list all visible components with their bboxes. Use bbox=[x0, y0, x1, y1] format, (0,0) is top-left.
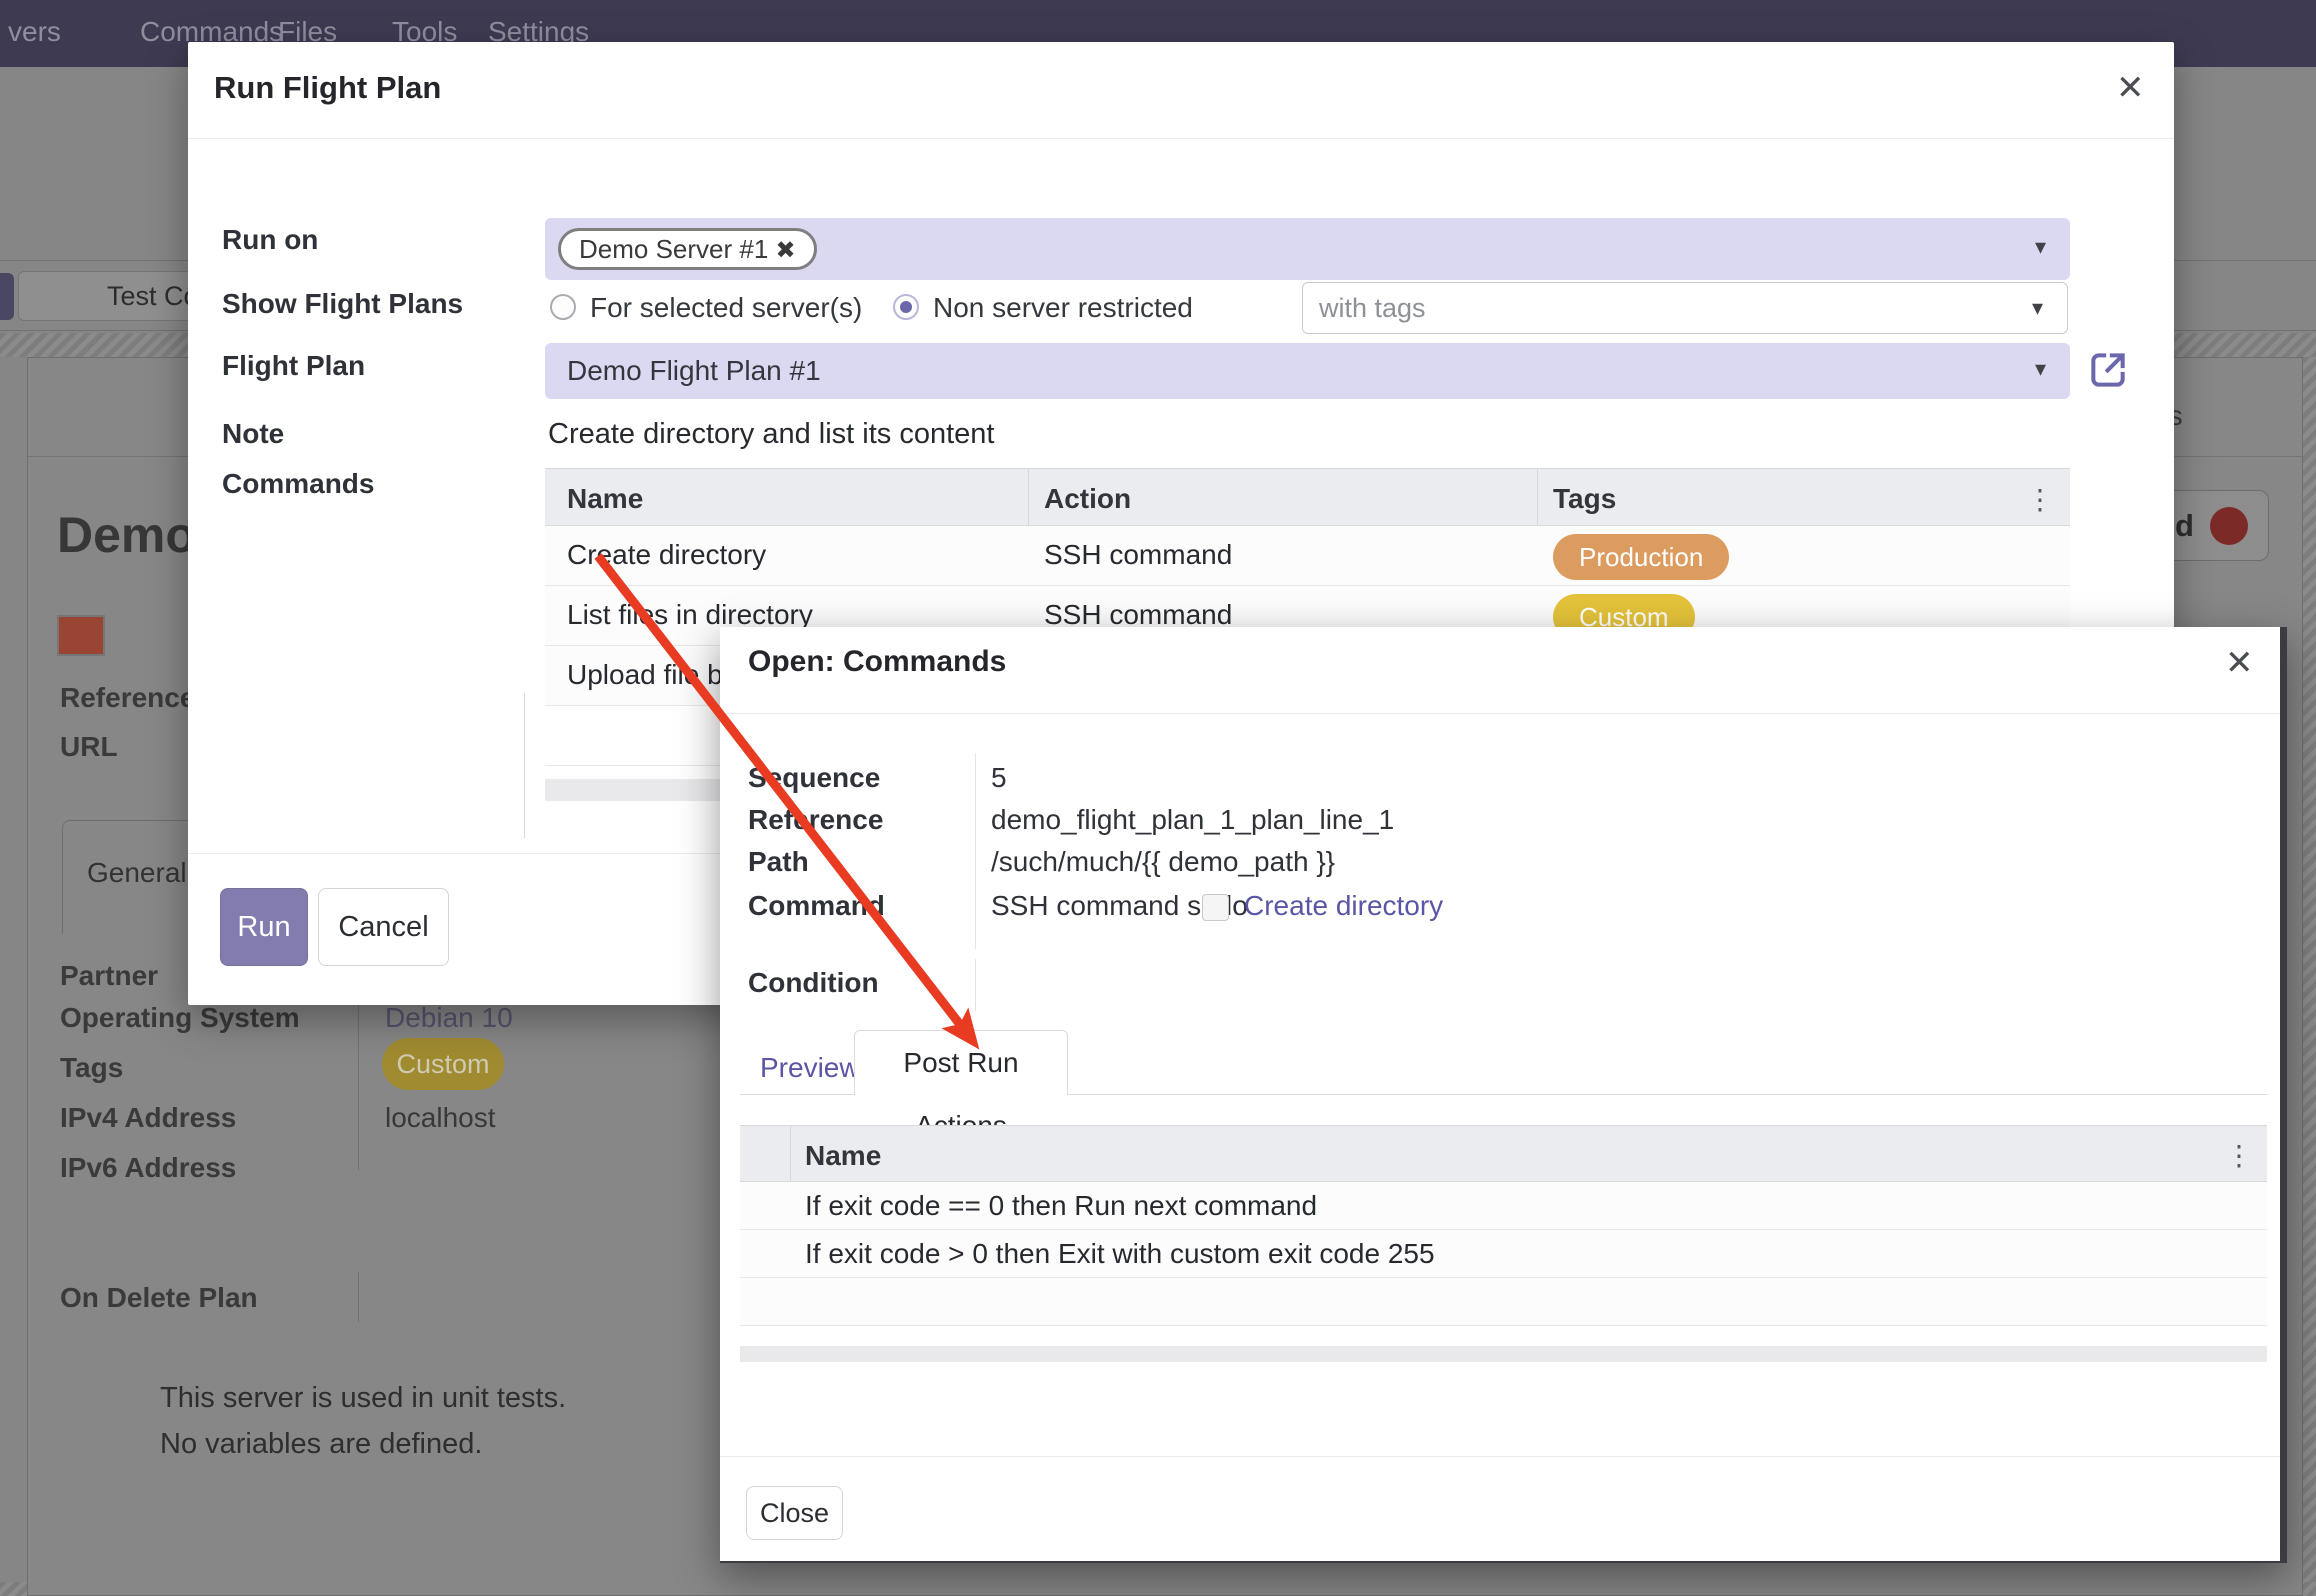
cell-name: Upload file by bbox=[567, 659, 737, 691]
actions-table-header: Name ⋮ bbox=[740, 1125, 2267, 1182]
screen: vers Commands Files Tools Settings Test … bbox=[0, 0, 2316, 1596]
tab-strip-border bbox=[740, 1094, 854, 1095]
run-on-chip[interactable]: Demo Server #1 ✖ bbox=[558, 228, 817, 270]
page-hatch-right bbox=[2303, 357, 2316, 1596]
open-commands-modal: Open: Commands ✕ Sequence 5 Reference de… bbox=[720, 627, 2287, 1563]
col-name[interactable]: Name bbox=[805, 1140, 881, 1172]
server-title: Demo bbox=[57, 506, 196, 564]
action-row[interactable]: If exit code == 0 then Run next command bbox=[740, 1182, 2267, 1230]
run-on-select[interactable]: Demo Server #1 ✖ ▾ bbox=[545, 218, 2070, 280]
value-sequence: 5 bbox=[991, 762, 1007, 794]
commands-modal-title: Open: Commands bbox=[748, 645, 1006, 679]
cell-name: Create directory bbox=[567, 539, 766, 571]
action-row-empty bbox=[740, 1278, 2267, 1326]
commands-table-header: Name Action Tags ⋮ bbox=[545, 468, 2070, 526]
menu-servers[interactable]: vers bbox=[8, 16, 61, 48]
chevron-down-icon: ▾ bbox=[2035, 356, 2046, 382]
external-link-icon[interactable] bbox=[2086, 348, 2130, 392]
tag-production: Production bbox=[1553, 534, 1729, 580]
cell-action: SSH command bbox=[1044, 539, 1232, 571]
value-reference: demo_flight_plan_1_plan_line_1 bbox=[991, 804, 1394, 836]
value-operating-system[interactable]: Debian 10 bbox=[385, 1002, 513, 1034]
label-flight-plan: Flight Plan bbox=[222, 350, 365, 382]
notebook-border bbox=[524, 693, 525, 838]
label-commands: Commands bbox=[222, 468, 374, 500]
cancel-button[interactable]: Cancel bbox=[318, 888, 449, 966]
radio-non-server-restricted[interactable] bbox=[893, 294, 919, 320]
tab-general-label: General bbox=[87, 857, 187, 889]
status-stopped-dot-icon bbox=[2210, 507, 2248, 545]
field-separator bbox=[975, 753, 976, 949]
run-modal-title: Run Flight Plan bbox=[214, 70, 441, 106]
col-action[interactable]: Action bbox=[1044, 483, 1131, 515]
horizontal-scrollbar[interactable] bbox=[740, 1346, 2267, 1362]
column-divider bbox=[1028, 469, 1029, 525]
server-color-swatch[interactable] bbox=[57, 615, 105, 656]
field-separator-condition bbox=[975, 959, 976, 1011]
chevron-down-icon: ▾ bbox=[2035, 234, 2046, 260]
run-button[interactable]: Run bbox=[220, 888, 308, 966]
run-modal-close-icon[interactable]: ✕ bbox=[2116, 68, 2145, 108]
radio-for-selected-servers[interactable] bbox=[550, 294, 576, 320]
label-url: URL bbox=[60, 731, 118, 763]
label-operating-system: Operating System bbox=[60, 1002, 300, 1034]
commands-modal-footer-divider bbox=[720, 1456, 2280, 1457]
label-condition: Condition bbox=[748, 967, 879, 999]
table-options-kebab-icon[interactable]: ⋮ bbox=[2225, 1139, 2253, 1172]
cell-action-name: If exit code > 0 then Exit with custom e… bbox=[805, 1238, 1435, 1270]
commands-modal-close-icon[interactable]: ✕ bbox=[2225, 643, 2254, 683]
flight-plan-select[interactable]: Demo Flight Plan #1 ▾ bbox=[545, 343, 2070, 399]
offscreen-primary-button-fragment[interactable] bbox=[0, 273, 14, 320]
value-path: /such/much/{{ demo_path }} bbox=[991, 846, 1335, 878]
label-command: Command bbox=[748, 890, 885, 922]
chip-label: Demo Server #1 bbox=[579, 234, 768, 264]
cell-action-name: If exit code == 0 then Run next command bbox=[805, 1190, 1317, 1222]
action-row[interactable]: If exit code > 0 then Exit with custom e… bbox=[740, 1230, 2267, 1278]
field-separator-2 bbox=[358, 1272, 359, 1322]
label-on-delete-plan: On Delete Plan bbox=[60, 1282, 258, 1314]
radio-non-server-restricted-label[interactable]: Non server restricted bbox=[933, 292, 1193, 324]
label-path: Path bbox=[748, 846, 809, 878]
chip-remove-icon[interactable]: ✖ bbox=[776, 237, 796, 264]
label-partner: Partner bbox=[60, 960, 158, 992]
label-run-on: Run on bbox=[222, 224, 318, 256]
tag-custom-dimmed: Custom bbox=[382, 1038, 504, 1090]
column-divider bbox=[1537, 469, 1538, 525]
with-tags-placeholder: with tags bbox=[1319, 293, 1426, 323]
with-tags-select[interactable]: with tags ▾ bbox=[1302, 282, 2068, 334]
label-ipv6: IPv6 Address bbox=[60, 1152, 236, 1184]
close-button[interactable]: Close bbox=[746, 1486, 843, 1540]
col-name[interactable]: Name bbox=[567, 483, 643, 515]
label-ipv4: IPv4 Address bbox=[60, 1102, 236, 1134]
flight-plan-value: Demo Flight Plan #1 bbox=[567, 355, 821, 387]
table-row[interactable]: Create directory SSH command Production bbox=[545, 526, 2070, 586]
label-sequence: Sequence bbox=[748, 762, 880, 794]
tab-post-run-actions[interactable]: Post Run Actions bbox=[854, 1030, 1068, 1095]
col-tags[interactable]: Tags bbox=[1553, 483, 1616, 515]
value-ipv4: localhost bbox=[385, 1102, 496, 1134]
note-line-2: No variables are defined. bbox=[160, 1428, 482, 1461]
field-separator bbox=[358, 998, 359, 1170]
tab-preview[interactable]: Preview bbox=[760, 1052, 860, 1084]
column-divider bbox=[790, 1126, 791, 1181]
label-note: Note bbox=[222, 418, 284, 450]
radio-for-selected-servers-label[interactable]: For selected server(s) bbox=[590, 292, 862, 324]
flight-plan-description: Create directory and list its content bbox=[548, 418, 994, 451]
label-reference: Reference bbox=[748, 804, 883, 836]
commands-modal-header-divider bbox=[720, 713, 2280, 714]
table-options-kebab-icon[interactable]: ⋮ bbox=[2026, 483, 2054, 516]
tab-strip-border bbox=[1068, 1094, 2267, 1095]
run-modal-header-divider bbox=[188, 138, 2174, 139]
chevron-down-icon: ▾ bbox=[2032, 283, 2043, 333]
label-tags: Tags bbox=[60, 1052, 123, 1084]
note-line-1: This server is used in unit tests. bbox=[160, 1382, 566, 1415]
label-reference: Reference bbox=[60, 682, 195, 714]
command-checkbox[interactable] bbox=[1202, 894, 1229, 921]
label-show-flight-plans: Show Flight Plans bbox=[222, 288, 463, 320]
create-directory-link[interactable]: Create directory bbox=[1244, 890, 1443, 922]
